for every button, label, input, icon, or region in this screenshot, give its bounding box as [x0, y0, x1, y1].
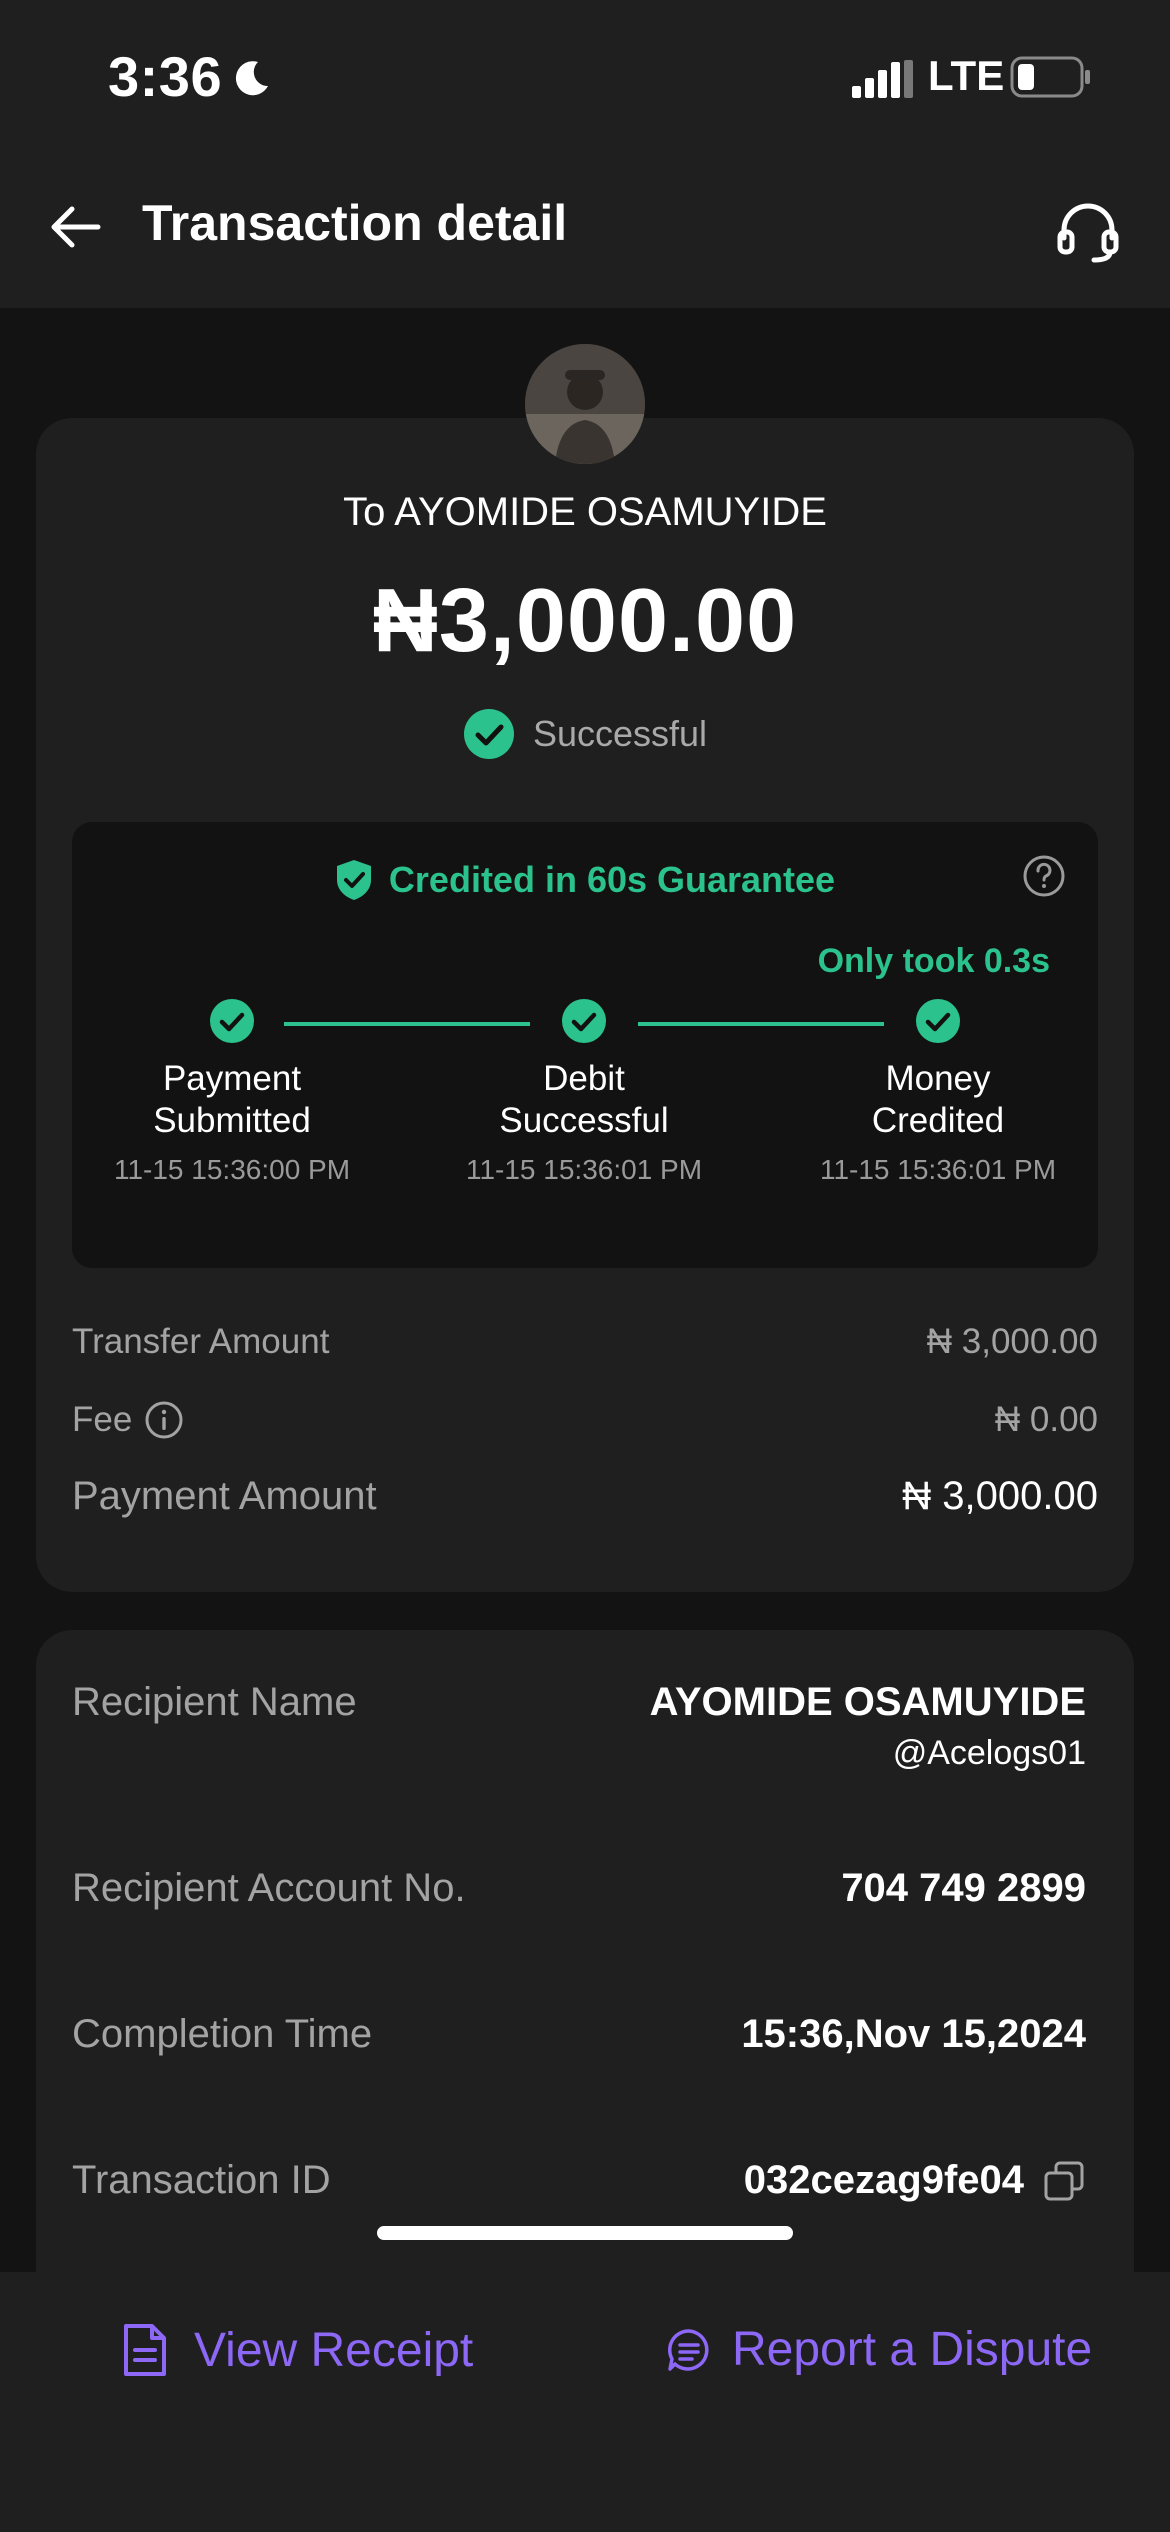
fee-label: Fee	[72, 1400, 133, 1439]
receipt-icon	[124, 2324, 166, 2376]
status-row: Successful	[36, 708, 1134, 760]
payment-amount-value: ₦ 3,000.00	[902, 1474, 1098, 1518]
signal-icon	[852, 60, 913, 98]
app-bar: Transaction detail	[0, 150, 1170, 308]
transaction-id-value: 032cezag9fe04	[743, 2158, 1024, 2202]
step-label-line: Money	[885, 1059, 991, 1098]
status-time: 3:36	[108, 45, 223, 108]
transaction-id-group: 032cezag9fe04	[744, 2158, 1086, 2203]
fee-value: ₦ 0.00	[994, 1400, 1098, 1439]
avatar	[525, 344, 645, 464]
view-receipt-label: View Receipt	[194, 2323, 474, 2377]
step-label-line: Successful	[499, 1101, 669, 1140]
step-time: 11-15 15:36:00 PM	[113, 1154, 351, 1185]
transfer-amount-row: Transfer Amount ₦ 3,000.00	[72, 1322, 1098, 1362]
step-time: 11-15 15:36:01 PM	[465, 1154, 703, 1185]
report-dispute-label: Report a Dispute	[732, 2323, 1093, 2376]
view-receipt-button[interactable]: View Receipt	[122, 2322, 473, 2378]
guarantee-box: Credited in 60s Guarantee Only took 0.3s…	[72, 822, 1098, 1268]
step-label-line: Payment	[162, 1059, 302, 1098]
transaction-id-label: Transaction ID	[72, 2158, 331, 2202]
fee-label-group: Fee	[72, 1400, 184, 1440]
page-title: Transaction detail	[142, 195, 568, 251]
transfer-amount-value: ₦ 3,000.00	[926, 1322, 1098, 1361]
account-number-label: Recipient Account No.	[72, 1866, 466, 1910]
step-label: Payment Submitted	[72, 1058, 392, 1142]
took-label: Only took 0.3s	[817, 942, 1050, 980]
step-label-line: Credited	[871, 1101, 1005, 1140]
bottom-action-bar: View Receipt Report a Dispute	[0, 2272, 1170, 2532]
battery-icon	[1010, 56, 1090, 98]
check-circle-icon	[463, 709, 514, 759]
payment-amount-row: Payment Amount ₦ 3,000.00	[72, 1474, 1098, 1519]
account-number-value: 704 749 2899	[841, 1866, 1086, 1910]
step-label-line: Debit	[543, 1059, 625, 1098]
guarantee-label: Credited in 60s Guarantee	[388, 859, 836, 900]
home-indicator[interactable]	[377, 2226, 793, 2240]
check-circle-icon	[210, 999, 254, 1043]
payment-amount-label: Payment Amount	[72, 1474, 377, 1518]
moon-icon	[235, 61, 268, 96]
recipient-name-label: Recipient Name	[72, 1680, 357, 1724]
headset-icon[interactable]	[1054, 196, 1122, 264]
transfer-amount-label: Transfer Amount	[72, 1322, 330, 1361]
dispute-icon	[668, 2328, 709, 2371]
report-dispute-button[interactable]: Report a Dispute	[666, 2322, 1092, 2377]
recipient-name-value: AYOMIDE OSAMUYIDE	[649, 1680, 1086, 1724]
shield-check-icon	[336, 860, 371, 900]
transaction-amount: ₦3,000.00	[372, 571, 798, 671]
network-label: LTE	[928, 52, 1005, 99]
fee-row: Fee ₦ 0.00	[72, 1400, 1098, 1440]
recipient-handle: @Acelogs01	[892, 1734, 1086, 1772]
help-icon[interactable]	[1022, 854, 1066, 898]
step-label-line: Submitted	[153, 1101, 311, 1140]
copy-icon[interactable]	[1042, 2159, 1086, 2203]
back-arrow-icon[interactable]	[44, 195, 108, 259]
step-payment-submitted: Payment Submitted 11-15 15:36:00 PM	[72, 998, 392, 1186]
step-label: Debit Successful	[424, 1058, 744, 1142]
step-debit-successful: Debit Successful 11-15 15:36:01 PM	[424, 998, 744, 1186]
info-icon[interactable]	[144, 1400, 184, 1440]
recipient-line: To AYOMIDE OSAMUYIDE	[343, 490, 827, 534]
step-time: 11-15 15:36:01 PM	[819, 1154, 1057, 1185]
status-bar: 3:36 LTE	[0, 0, 1170, 150]
check-circle-icon	[562, 999, 606, 1043]
step-label: Money Credited	[778, 1058, 1098, 1142]
check-circle-icon	[916, 999, 960, 1043]
guarantee-header: Credited in 60s Guarantee	[72, 858, 1098, 902]
step-money-credited: Money Credited 11-15 15:36:01 PM	[778, 998, 1098, 1186]
summary-card: To AYOMIDE OSAMUYIDE ₦3,000.00 Successfu…	[36, 418, 1134, 1592]
completion-time-value: 15:36,Nov 15,2024	[741, 2012, 1086, 2056]
status-label: Successful	[532, 713, 708, 754]
completion-time-label: Completion Time	[72, 2012, 373, 2056]
